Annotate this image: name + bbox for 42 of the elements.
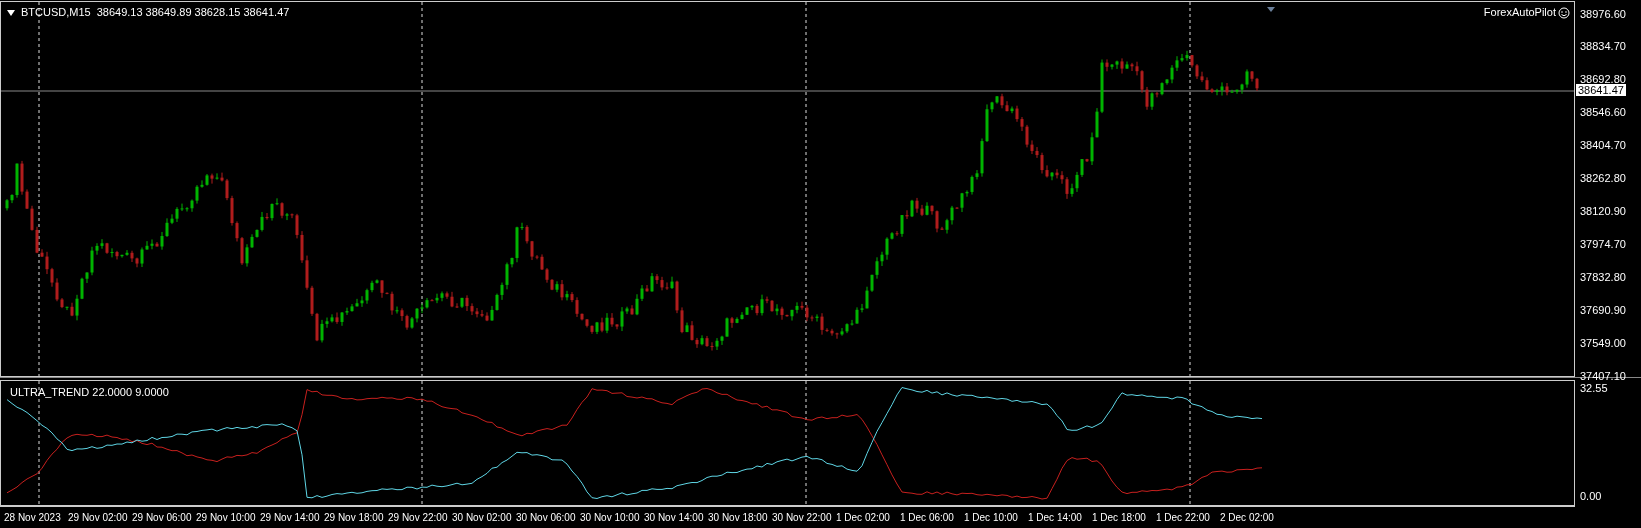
price-axis-label: 37690.90 <box>1580 303 1626 317</box>
dropdown-icon[interactable] <box>7 9 15 16</box>
price-axis-label: 37407.10 <box>1580 369 1626 383</box>
time-axis-label: 1 Dec 14:00 <box>1028 512 1083 523</box>
time-axis-label: 29 Nov 02:00 <box>68 512 129 523</box>
time-axis-label: 29 Nov 14:00 <box>260 512 321 523</box>
price-axis-label: 37974.70 <box>1580 237 1626 251</box>
shift-marker-icon[interactable] <box>1267 7 1275 12</box>
price-axis-label: 37832.80 <box>1580 270 1626 284</box>
time-axis-label: 30 Nov 02:00 <box>452 512 513 523</box>
time-axis-label: 29 Nov 22:00 <box>388 512 449 523</box>
price-axis-label: 37549.00 <box>1580 336 1626 350</box>
price-axis-label: 38976.60 <box>1580 7 1626 20</box>
indicator-axis-label: 32.55 <box>1580 382 1609 396</box>
time-axis-label: 30 Nov 06:00 <box>516 512 577 523</box>
price-axis-label: 38692.80 <box>1580 72 1626 86</box>
time-axis-label: 29 Nov 18:00 <box>324 512 385 523</box>
current-price-tag: 38641.47 <box>1576 84 1626 96</box>
price-axis-label: 38262.80 <box>1580 171 1626 185</box>
time-axis-label: 30 Nov 14:00 <box>644 512 705 523</box>
price-axis-label: 38120.90 <box>1580 204 1626 218</box>
expert-label: ForexAutoPilot <box>1483 6 1556 19</box>
time-axis-label: 2 Dec 02:00 <box>1220 512 1275 523</box>
time-axis-label: 30 Nov 22:00 <box>772 512 833 523</box>
time-axis-label: 1 Dec 18:00 <box>1092 512 1147 523</box>
smiley-icon[interactable] <box>1558 6 1570 19</box>
price-axis-label: 38404.70 <box>1580 138 1626 152</box>
quotes-label: 38649.13 38649.89 38628.15 38641.47 <box>96 6 290 19</box>
time-axis-label: 30 Nov 18:00 <box>708 512 769 523</box>
time-axis-label: 29 Nov 06:00 <box>132 512 193 523</box>
time-axis-label: 1 Dec 02:00 <box>836 512 891 523</box>
time-axis-label: 30 Nov 10:00 <box>580 512 641 523</box>
time-axis-label: 1 Dec 06:00 <box>900 512 955 523</box>
time-axis-label: 1 Dec 22:00 <box>1156 512 1211 523</box>
time-axis-label: 28 Nov 2023 <box>4 512 62 523</box>
time-axis-label: 29 Nov 10:00 <box>196 512 257 523</box>
price-axis-label: 38834.70 <box>1580 39 1626 53</box>
indicator-axis-label: 0.00 <box>1580 490 1603 504</box>
symbol-label: BTCUSD,M15 <box>21 6 91 19</box>
indicator-label: ULTRA_TREND 22.0000 9.0000 <box>10 386 169 400</box>
price-axis-label: 38546.60 <box>1580 105 1626 119</box>
time-axis-label: 1 Dec 10:00 <box>964 512 1019 523</box>
